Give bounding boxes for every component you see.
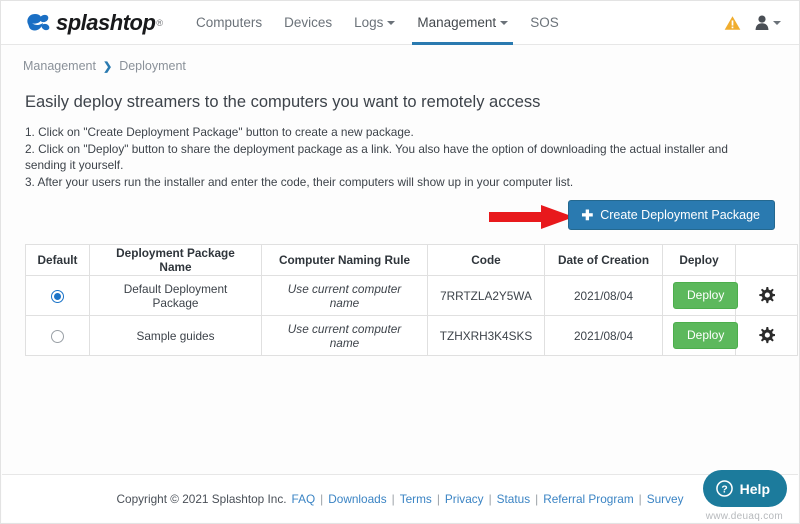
splashtop-mark-icon [27,13,50,31]
red-arrow-annotation-icon [489,205,574,229]
brand-registered-mark: ® [156,17,164,28]
cell-date: 2021/08/04 [544,275,663,316]
page-root: splashtop ® Computers Devices Logs Manag… [0,0,800,524]
cell-settings [735,315,798,356]
gear-icon[interactable] [758,287,775,304]
nav-item-management[interactable]: Management [406,1,519,45]
footer-link-referral-program[interactable]: Referral Program [543,492,633,506]
instruction-step-2: 2. Click on "Deploy" button to share the… [25,141,728,173]
footer-link-terms[interactable]: Terms [400,492,432,506]
instruction-step-3: 3. After your users run the installer an… [25,174,574,189]
nav-right-controls [724,15,781,31]
breadcrumb: Management ❯ Deployment [1,45,799,73]
nav-label-logs: Logs [354,15,384,30]
deploy-button[interactable]: Deploy [673,281,739,310]
splashtop-logo[interactable]: splashtop ® [25,9,164,35]
cell-code: 7RRTZLA2Y5WA [427,275,545,316]
cell-naming-rule: Use current computer name [261,275,428,316]
cell-deploy: Deploy [662,275,739,316]
cell-package-name: Sample guides [89,315,262,356]
column-header-naming-rule: Computer Naming Rule [261,244,428,276]
instruction-list: 1. Click on "Create Deployment Package" … [25,124,769,190]
nav-item-computers[interactable]: Computers [185,1,273,45]
cell-package-name: Default Deployment Package [89,275,262,316]
footer-link-downloads[interactable]: Downloads [328,492,386,506]
chevron-down-icon [387,20,396,25]
action-row: ✚ Create Deployment Package [25,200,775,234]
footer-separator: | [488,491,492,506]
breadcrumb-item-deployment: Deployment [119,59,186,73]
page-footer: Copyright © 2021 Splashtop Inc. FAQ | Do… [2,474,798,522]
nav-item-devices[interactable]: Devices [273,1,343,45]
footer-separator: | [638,491,642,506]
cell-date: 2021/08/04 [544,315,663,356]
footer-separator: | [436,491,440,506]
column-header-deploy: Deploy [662,244,736,276]
brand-name: splashtop [56,9,156,35]
question-circle-icon: ? [715,480,733,497]
table-row: Default Deployment Package Use current c… [25,275,798,316]
main-content: Easily deploy streamers to the computers… [1,93,799,356]
table-header-row: Default Deployment Package Name Computer… [25,244,798,276]
deploy-button[interactable]: Deploy [673,321,739,350]
deployment-packages-table: Default Deployment Package Name Computer… [25,244,798,356]
top-navigation-bar: splashtop ® Computers Devices Logs Manag… [1,1,799,45]
footer-link-survey[interactable]: Survey [647,492,684,506]
column-header-package-name: Deployment Package Name [89,244,262,276]
create-deployment-package-label: Create Deployment Package [600,207,760,222]
column-header-code: Code [427,244,545,276]
cell-deploy: Deploy [662,315,739,356]
watermark-text: www.deuaq.com [705,511,783,522]
help-button[interactable]: ? Help [702,470,787,507]
nav-item-logs[interactable]: Logs [343,1,406,45]
cell-default-radio [25,275,90,316]
footer-separator: | [320,491,324,506]
nav-label-sos: SOS [530,15,559,30]
help-button-label: Help [739,480,770,497]
column-header-date-of-creation: Date of Creation [544,244,663,276]
nav-label-management: Management [417,15,497,30]
nav-item-sos[interactable]: SOS [519,1,570,45]
page-title: Easily deploy streamers to the computers… [25,93,541,111]
footer-link-status[interactable]: Status [497,492,530,506]
column-header-settings [735,244,798,276]
default-package-radio[interactable] [51,329,64,343]
cell-settings [735,275,798,316]
footer-link-privacy[interactable]: Privacy [445,492,484,506]
chevron-down-icon [773,20,781,25]
breadcrumb-item-management[interactable]: Management [23,59,96,73]
gear-icon[interactable] [758,327,775,344]
table-row: Sample guides Use current computer name … [25,315,798,356]
column-header-default: Default [25,244,90,276]
copyright-text: Copyright © 2021 Splashtop Inc. [116,491,287,506]
footer-separator: | [391,491,395,506]
create-deployment-package-button[interactable]: ✚ Create Deployment Package [568,200,775,230]
instruction-step-1: 1. Click on "Create Deployment Package" … [25,125,414,139]
cell-default-radio [25,315,90,356]
cell-code: TZHXRH3K4SKS [427,315,545,356]
primary-nav: Computers Devices Logs Management SOS [185,1,570,45]
breadcrumb-separator-icon: ❯ [102,60,113,73]
default-package-radio[interactable] [51,289,64,303]
nav-label-computers: Computers [196,15,263,30]
svg-text:?: ? [721,484,727,495]
cell-naming-rule: Use current computer name [261,315,428,356]
warning-triangle-icon[interactable] [724,15,741,31]
plus-icon: ✚ [581,207,594,223]
user-account-menu[interactable] [755,15,781,30]
footer-separator: | [535,491,539,506]
footer-link-faq[interactable]: FAQ [292,492,316,506]
chevron-down-icon [500,20,509,25]
nav-label-devices: Devices [284,15,333,30]
user-account-icon [755,15,769,30]
